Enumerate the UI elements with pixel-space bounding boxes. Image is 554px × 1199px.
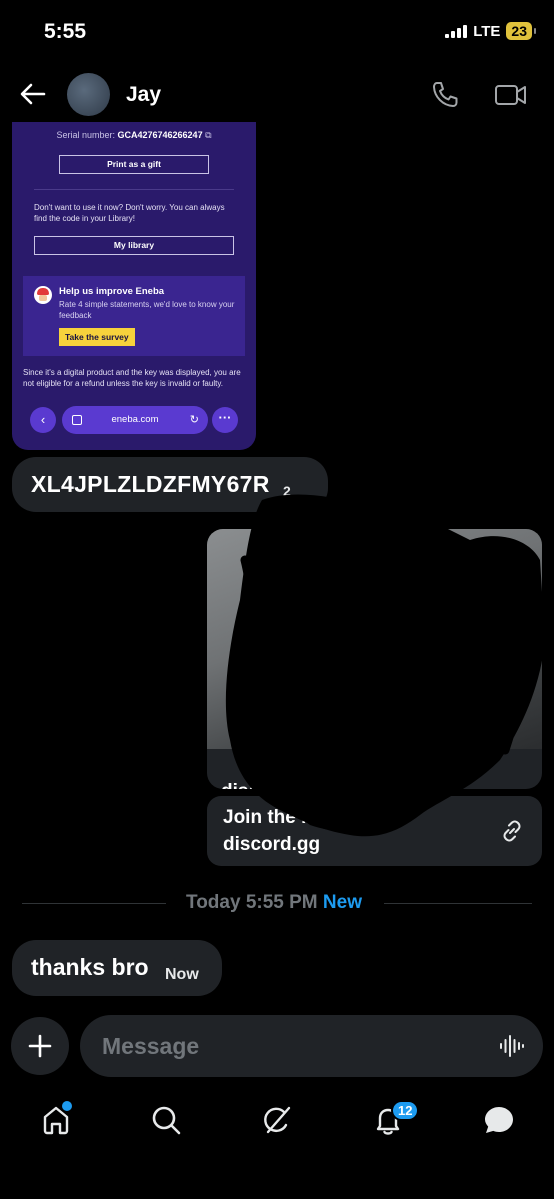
- refund-notice: Since it's a digital product and the key…: [23, 368, 241, 388]
- call-button[interactable]: [430, 80, 460, 110]
- avatar[interactable]: [67, 73, 110, 116]
- link-preview-card[interactable]: Join the discord.gg: [207, 529, 542, 789]
- search-icon[interactable]: [149, 1103, 183, 1137]
- messages-icon[interactable]: [482, 1103, 516, 1137]
- link-preview-domain: discord.gg: [221, 781, 318, 789]
- new-label: New: [322, 892, 362, 913]
- chevron-left-icon: ‹: [30, 407, 56, 433]
- survey-description: Rate 4 simple statements, we'd love to k…: [59, 300, 235, 320]
- serial-label: Serial number:: [56, 130, 115, 140]
- serial-number: Serial number: GCA4276746266247 ⧉: [12, 130, 256, 141]
- link-domain: discord.gg: [223, 834, 321, 855]
- add-attachment-button[interactable]: [11, 1017, 69, 1075]
- message-composer[interactable]: [80, 1015, 543, 1077]
- network-label: LTE: [473, 22, 501, 40]
- back-button[interactable]: [18, 81, 48, 107]
- copy-icon: ⧉: [205, 130, 212, 140]
- message-text: XL4JPLZLDZFMY67R: [31, 471, 270, 497]
- link-preview-title: Join the: [307, 757, 380, 778]
- message-input[interactable]: [102, 1029, 482, 1063]
- status-icons: LTE 23: [445, 22, 536, 40]
- video-call-button[interactable]: [494, 82, 528, 108]
- link-preview-image: [207, 529, 542, 749]
- grok-icon[interactable]: [260, 1103, 294, 1137]
- message-text: thanks bro: [31, 954, 149, 980]
- bottom-tab-bar: [0, 1095, 554, 1147]
- divider-line-left: [22, 903, 166, 904]
- shared-screenshot-message[interactable]: Serial number: GCA4276746266247 ⧉ Print …: [12, 122, 256, 450]
- mascot-icon: [34, 286, 52, 304]
- link-title: Join the hete gr...: [223, 807, 380, 828]
- library-hint-text: Don't want to use it now? Don't worry. Y…: [34, 203, 225, 223]
- serial-value: GCA4276746266247: [117, 130, 203, 140]
- date-text: Today 5:55 PM: [186, 892, 318, 913]
- survey-title: Help us improve Eneba: [59, 286, 165, 297]
- link-card[interactable]: Join the hete gr... discord.gg: [207, 796, 542, 866]
- date-label: Today 5:55 PM New: [184, 892, 364, 914]
- divider-line-right: [384, 903, 532, 904]
- browser-toolbar: ‹ eneba.com ↻ ···: [30, 405, 238, 435]
- survey-card: Help us improve Eneba Rate 4 simple stat…: [23, 276, 245, 356]
- my-library-button: My library: [34, 236, 234, 255]
- contact-name[interactable]: Jay: [126, 83, 161, 107]
- print-gift-button: Print as a gift: [59, 155, 209, 174]
- message-time: 2: [283, 483, 291, 499]
- url-text: eneba.com: [111, 414, 159, 425]
- status-time: 5:55: [44, 20, 87, 43]
- url-box: eneba.com ↻: [62, 406, 208, 434]
- conversation-header: Jay: [0, 68, 554, 122]
- message-time: Now: [165, 966, 199, 983]
- date-divider: Today 5:55 PM New: [22, 892, 532, 916]
- link-icon: [503, 820, 521, 842]
- divider: [34, 189, 234, 190]
- more-icon: ···: [212, 407, 238, 433]
- phone-icon: [433, 82, 458, 107]
- take-survey-button: Take the survey: [59, 328, 135, 346]
- reload-icon: ↻: [189, 414, 199, 426]
- battery-icon: 23: [506, 22, 536, 40]
- message-bubble-reply[interactable]: thanks bro Now: [12, 940, 222, 996]
- arrow-left-icon: [20, 83, 46, 105]
- home-unread-dot: [62, 1101, 72, 1111]
- plus-icon: [28, 1034, 52, 1058]
- voice-message-icon[interactable]: [499, 1034, 525, 1058]
- video-camera-icon: [495, 85, 526, 105]
- signal-icon: [445, 24, 468, 38]
- notifications-badge: 12: [391, 1100, 420, 1121]
- message-bubble-code[interactable]: XL4JPLZLDZFMY67R 2: [12, 457, 328, 512]
